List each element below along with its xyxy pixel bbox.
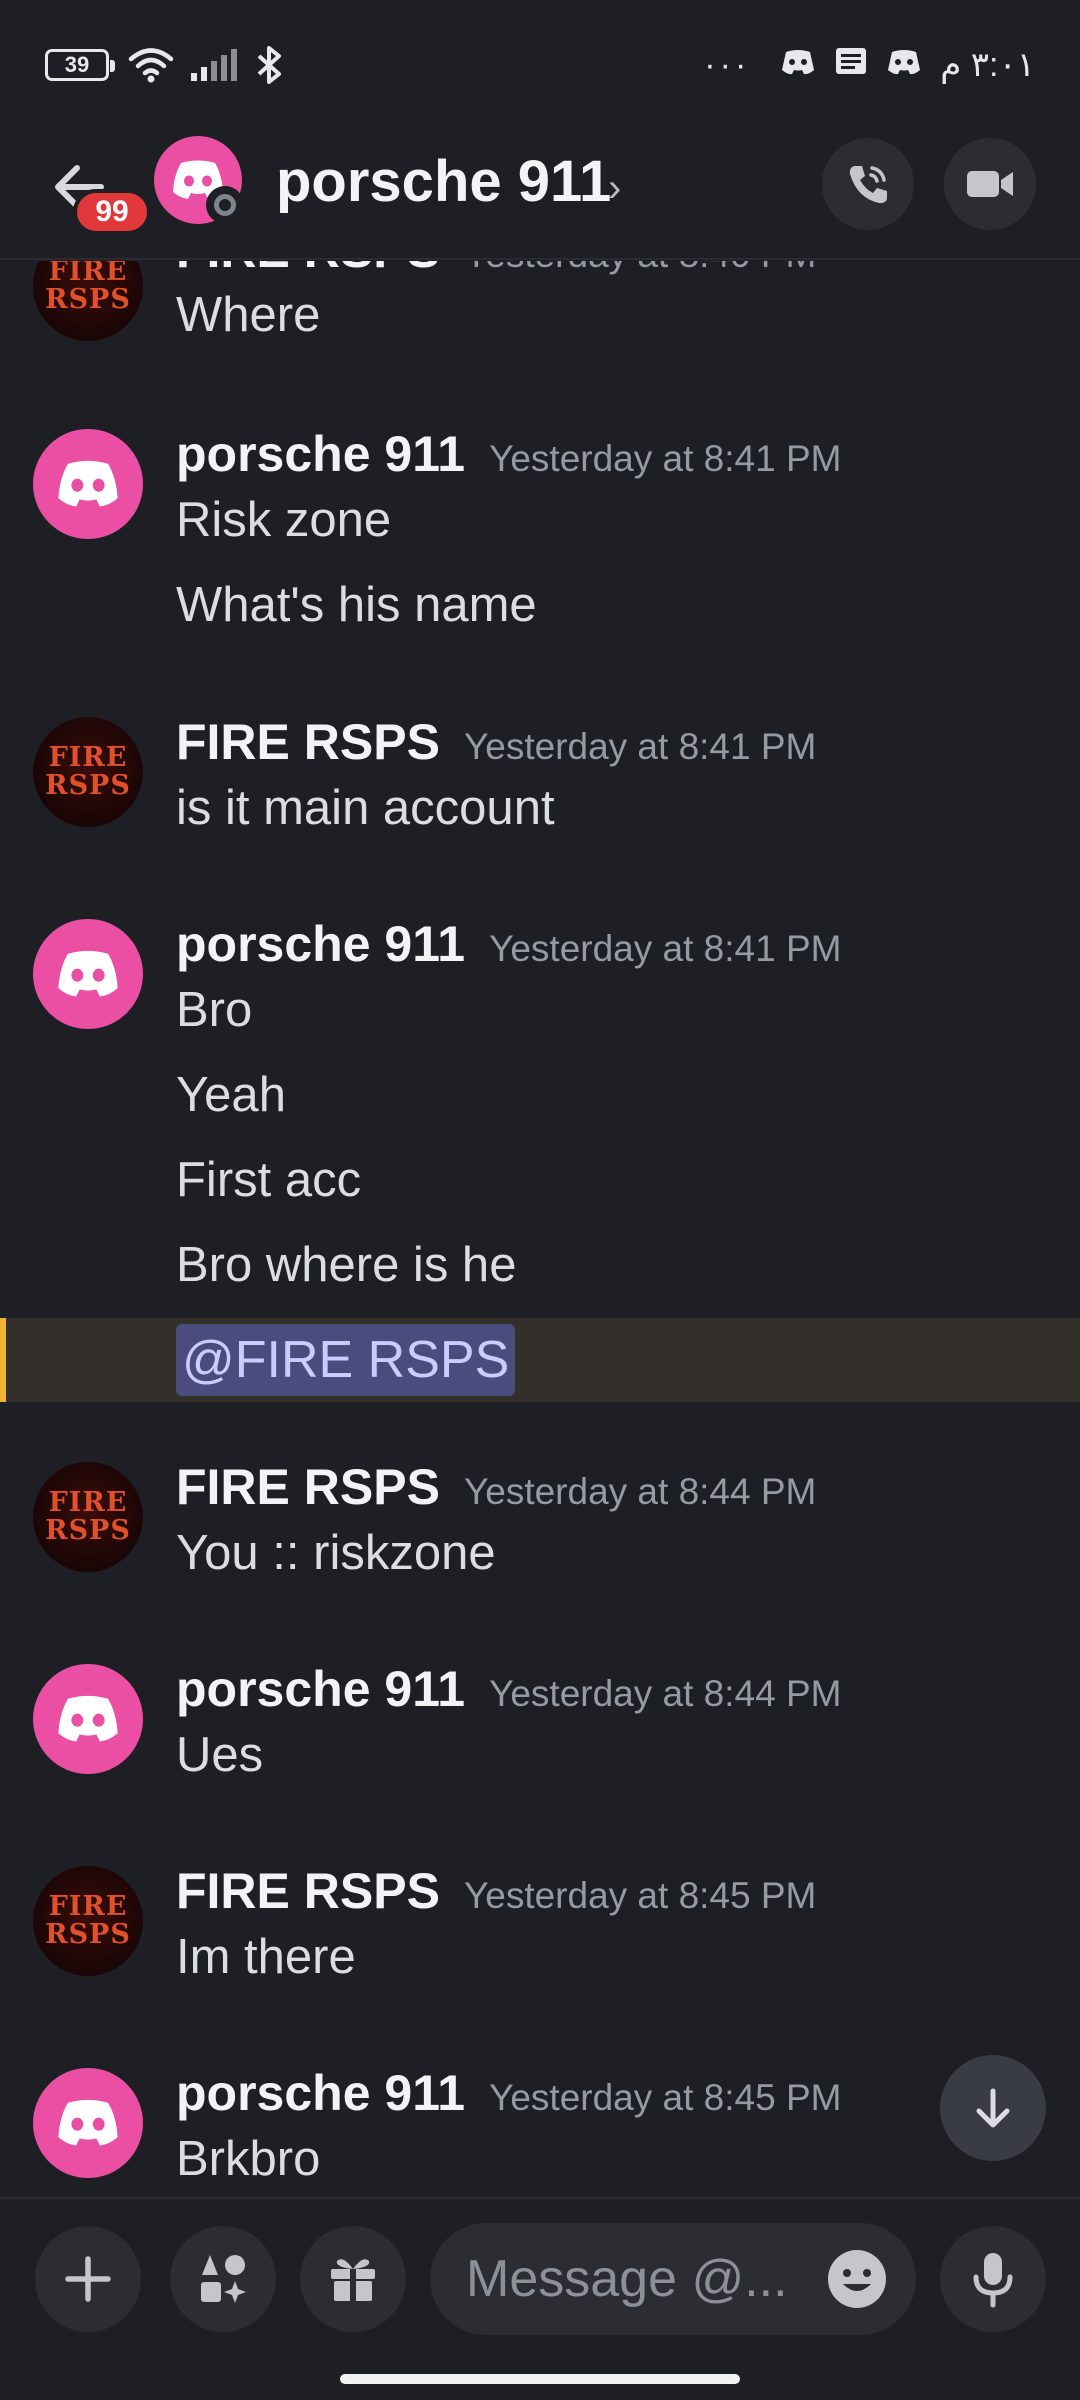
emoji-icon <box>828 2250 886 2308</box>
timestamp: Yesterday at 8:45 PM <box>463 1875 817 1916</box>
phone-icon <box>849 166 887 204</box>
signal-icon <box>189 47 239 83</box>
discord-notification-icon <box>780 46 816 85</box>
voice-call-button[interactable] <box>822 138 914 230</box>
avatar-text: FIRE <box>48 1487 128 1518</box>
message-text[interactable]: What's his name <box>176 577 537 633</box>
discord-logo-icon <box>58 950 118 997</box>
timestamp: Yesterday at 8:44 PM <box>489 1673 842 1714</box>
avatar-text: FIRE <box>48 1891 128 1922</box>
author-name[interactable]: FIRE RSPS <box>176 713 440 771</box>
video-call-button[interactable] <box>944 138 1036 230</box>
avatar[interactable]: FIRE RSPS <box>33 717 143 827</box>
message-header: FIRE RSPS Yesterday at 8:45 PM <box>176 1862 816 1920</box>
voice-message-button[interactable] <box>940 2226 1046 2332</box>
message-input-placeholder: Message @... <box>466 2250 788 2308</box>
discord-logo-icon <box>58 460 118 507</box>
avatar[interactable] <box>33 429 143 539</box>
timestamp: Yesterday at 8:44 PM <box>463 1471 817 1512</box>
more-notifications-icon: ··· <box>704 45 751 84</box>
author-name[interactable]: porsche 911 <box>176 2064 465 2122</box>
timestamp: Yesterday at 8:41 PM <box>489 438 842 479</box>
avatar[interactable]: FIRE RSPS <box>33 1462 143 1572</box>
message-text[interactable]: Ues <box>176 1727 263 1783</box>
arrow-down-icon <box>976 2088 1010 2128</box>
clock: ٣:٠١ م <box>940 46 1035 84</box>
message-composer: Message @... <box>0 2197 1080 2360</box>
discord-logo-icon <box>58 1695 118 1742</box>
message-text[interactable]: Yeah <box>176 1067 286 1123</box>
message-input[interactable]: Message @... <box>430 2223 916 2335</box>
message-text[interactable]: Bro <box>176 982 252 1038</box>
bluetooth-icon <box>253 45 285 85</box>
home-indicator[interactable] <box>340 2374 740 2384</box>
message-text[interactable]: is it main account <box>176 780 555 836</box>
news-notification-icon <box>834 46 868 85</box>
apps-button[interactable] <box>170 2226 276 2332</box>
message-header: porsche 911 Yesterday at 8:41 PM <box>176 425 841 483</box>
message-text[interactable]: Im there <box>176 1929 356 1985</box>
message-header: porsche 911 Yesterday at 8:44 PM <box>176 1660 841 1718</box>
message-text[interactable]: Brkbro <box>176 2131 320 2187</box>
attach-button[interactable] <box>35 2226 141 2332</box>
message-header: FIRE RSPS Yesterday at 8:44 PM <box>176 1458 816 1516</box>
apps-icon <box>201 2255 246 2303</box>
offline-status-indicator <box>206 186 244 224</box>
avatar[interactable] <box>33 1664 143 1774</box>
avatar-text: FIRE <box>48 742 128 773</box>
message-text[interactable]: First acc <box>176 1152 361 1208</box>
microphone-icon <box>973 2253 1013 2308</box>
gift-icon <box>331 2259 375 2301</box>
avatar[interactable] <box>33 919 143 1029</box>
message-header: porsche 911 Yesterday at 8:45 PM <box>176 2064 841 2122</box>
avatar-text: RSPS <box>45 284 131 315</box>
user-mention[interactable]: @FIRE RSPS <box>176 1324 516 1396</box>
discord-logo-icon <box>58 2099 118 2146</box>
author-name[interactable]: porsche 911 <box>176 425 465 483</box>
avatar-text: RSPS <box>45 770 131 801</box>
author-name[interactable]: FIRE RSPS <box>176 1458 440 1516</box>
message-text[interactable]: Bro where is he <box>176 1237 516 1293</box>
timestamp: Yesterday at 8:41 PM <box>489 928 842 969</box>
mention-highlight-row[interactable]: @FIRE RSPS <box>0 1318 1080 1402</box>
timestamp: Yesterday at 8:41 PM <box>463 726 817 767</box>
message-header: FIRE RSPS Yesterday at 8:40 PM <box>176 261 816 279</box>
avatar-text: FIRE <box>48 261 128 287</box>
jump-to-latest-button[interactable] <box>940 2055 1046 2161</box>
message-list[interactable]: FIRE RSPS FIRE RSPS Yesterday at 8:40 PM… <box>0 261 1080 2196</box>
message-header: porsche 911 Yesterday at 8:41 PM <box>176 915 841 973</box>
battery-indicator: 39 <box>45 49 115 81</box>
avatar[interactable] <box>33 2068 143 2178</box>
message-text[interactable]: You :: riskzone <box>176 1525 496 1581</box>
timestamp: Yesterday at 8:40 PM <box>464 261 816 276</box>
page-title[interactable]: porsche 911 <box>276 148 611 215</box>
avatar-text: RSPS <box>45 1919 131 1950</box>
avatar-text: RSPS <box>45 1515 131 1546</box>
timestamp: Yesterday at 8:45 PM <box>489 2077 842 2118</box>
video-camera-icon <box>967 171 1013 197</box>
conversation-header: 99 porsche 911 › <box>0 130 1080 260</box>
message-text[interactable]: Risk zone <box>176 492 391 548</box>
discord-notification-icon-2 <box>886 46 922 85</box>
author-name[interactable]: FIRE RSPS <box>176 261 440 279</box>
avatar[interactable]: FIRE RSPS <box>33 261 143 341</box>
dm-screen: 39 ··· ٣:٠١ م 99 porsche 911 › FIRE RSPS… <box>0 0 1080 2400</box>
status-bar: 39 ··· ٣:٠١ م <box>0 0 1080 130</box>
emoji-button[interactable] <box>826 2248 888 2310</box>
unread-badge: 99 <box>73 189 151 235</box>
message-header: FIRE RSPS Yesterday at 8:41 PM <box>176 713 816 771</box>
author-name[interactable]: FIRE RSPS <box>176 1862 440 1920</box>
avatar[interactable]: FIRE RSPS <box>33 1866 143 1976</box>
plus-icon <box>65 2256 111 2302</box>
chevron-right-icon[interactable]: › <box>608 166 621 211</box>
wifi-icon <box>127 46 175 84</box>
author-name[interactable]: porsche 911 <box>176 1660 465 1718</box>
gift-button[interactable] <box>300 2226 406 2332</box>
message-text[interactable]: Where <box>176 287 320 343</box>
author-name[interactable]: porsche 911 <box>176 915 465 973</box>
